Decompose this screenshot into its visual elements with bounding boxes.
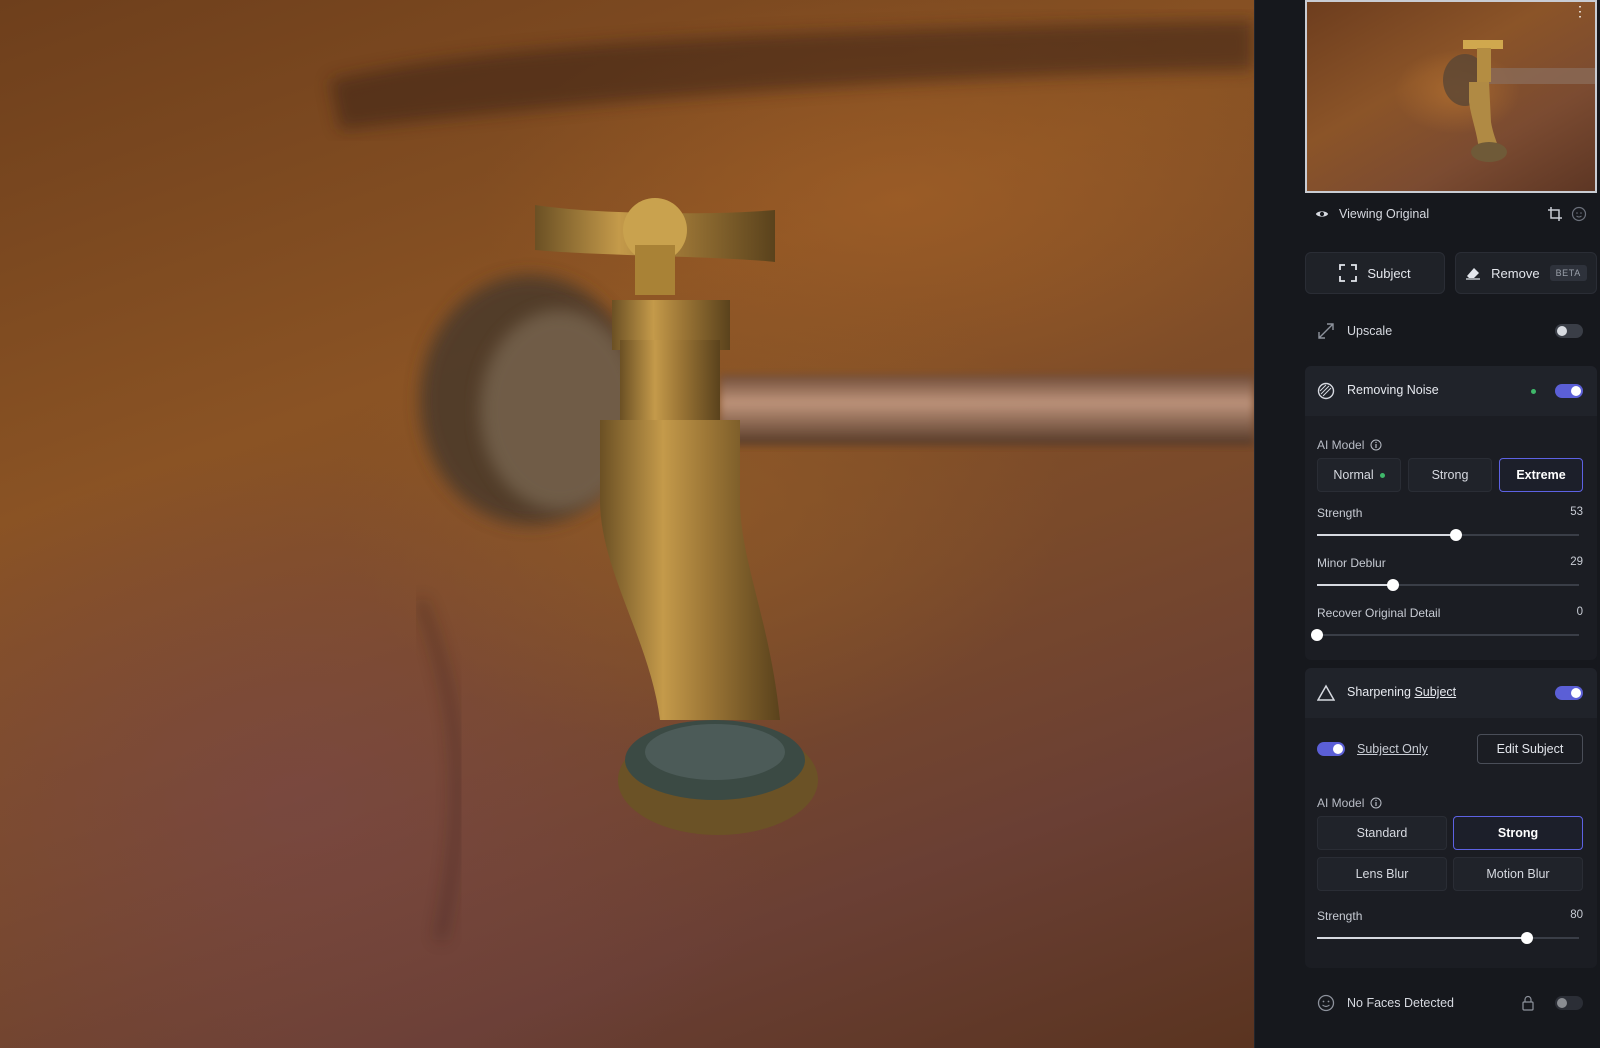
noise-icon bbox=[1317, 382, 1335, 400]
minor-deblur-value: 29 bbox=[1570, 556, 1583, 568]
recover-detail-slider[interactable] bbox=[1311, 629, 1579, 641]
sharpen-title: Sharpening Subject bbox=[1347, 685, 1456, 699]
edit-subject-button[interactable]: Edit Subject bbox=[1477, 734, 1583, 764]
sharpen-toggle[interactable] bbox=[1555, 686, 1583, 700]
slider-fill bbox=[1317, 534, 1456, 536]
upscale-label: Upscale bbox=[1347, 324, 1393, 338]
noise-card: Removing Noise AI Model Normal Strong Ex… bbox=[1305, 366, 1597, 660]
noise-model-extreme[interactable]: Extreme bbox=[1499, 458, 1583, 492]
sharpen-model-motion-blur-label: Motion Blur bbox=[1486, 867, 1550, 881]
noise-model-strong[interactable]: Strong bbox=[1408, 458, 1492, 492]
upscale-toggle[interactable] bbox=[1555, 324, 1583, 338]
sharpen-subject-link[interactable]: Subject bbox=[1414, 685, 1456, 699]
noise-strength-label: Strength bbox=[1317, 506, 1363, 520]
noise-model-strong-label: Strong bbox=[1431, 468, 1469, 482]
adjustments-sidebar: ⋮ Viewing Original Subject Remove BETA U… bbox=[1254, 0, 1600, 1048]
eye-icon bbox=[1315, 211, 1329, 217]
noise-strength-slider[interactable] bbox=[1317, 529, 1579, 541]
sharpen-card: Sharpening Subject Subject Only Edit Sub… bbox=[1305, 668, 1597, 968]
info-icon[interactable] bbox=[1370, 797, 1382, 809]
slider-fill bbox=[1317, 584, 1393, 586]
sharpen-model-lens-blur-label: Lens Blur bbox=[1355, 867, 1409, 881]
sharpen-ai-model-label: AI Model bbox=[1317, 796, 1382, 810]
upscale-icon bbox=[1318, 323, 1334, 339]
sharpen-title-prefix: Sharpening bbox=[1347, 685, 1411, 699]
remove-button[interactable]: Remove BETA bbox=[1455, 252, 1597, 294]
subject-button[interactable]: Subject bbox=[1305, 252, 1445, 294]
recover-detail-label: Recover Original Detail bbox=[1317, 606, 1441, 620]
noise-model-normal-label: Normal bbox=[1333, 468, 1374, 482]
thumbnail-menu-icon[interactable]: ⋮ bbox=[1573, 4, 1587, 18]
slider-fill bbox=[1317, 937, 1527, 939]
noise-ai-model-text: AI Model bbox=[1317, 438, 1365, 452]
face-icon[interactable] bbox=[1571, 206, 1587, 222]
upscale-row[interactable]: Upscale bbox=[1305, 318, 1597, 344]
viewing-original-label: Viewing Original bbox=[1339, 207, 1430, 221]
slider-knob[interactable] bbox=[1311, 629, 1323, 641]
viewing-original-row[interactable]: Viewing Original bbox=[1305, 199, 1597, 229]
noise-model-normal[interactable]: Normal bbox=[1317, 458, 1401, 492]
beta-badge: BETA bbox=[1549, 265, 1587, 281]
sharpen-icon bbox=[1317, 684, 1335, 701]
recover-detail-value: 0 bbox=[1576, 606, 1583, 618]
thumbnail-image bbox=[1443, 40, 1595, 162]
faces-toggle[interactable] bbox=[1555, 996, 1583, 1010]
sharpen-strength-label: Strength bbox=[1317, 909, 1363, 923]
noise-toggle[interactable] bbox=[1555, 384, 1583, 398]
sharpen-model-strong[interactable]: Strong bbox=[1453, 816, 1583, 850]
sharpen-model-strong-label: Strong bbox=[1497, 826, 1539, 840]
subject-only-toggle[interactable] bbox=[1317, 742, 1345, 756]
noise-status-dot bbox=[1531, 389, 1536, 394]
remove-button-label: Remove bbox=[1491, 265, 1540, 281]
sharpen-ai-model-text: AI Model bbox=[1317, 796, 1365, 810]
crop-icon[interactable] bbox=[1547, 206, 1563, 222]
edit-subject-label: Edit Subject bbox=[1496, 742, 1564, 756]
image-canvas[interactable] bbox=[0, 0, 1254, 1048]
sharpen-model-motion-blur[interactable]: Motion Blur bbox=[1453, 857, 1583, 891]
subject-only-label[interactable]: Subject Only bbox=[1357, 742, 1428, 756]
faces-label: No Faces Detected bbox=[1347, 996, 1454, 1010]
sharpen-model-standard[interactable]: Standard bbox=[1317, 816, 1447, 850]
faucet-photo bbox=[330, 20, 1254, 942]
slider-knob[interactable] bbox=[1386, 579, 1399, 591]
faces-row[interactable]: No Faces Detected bbox=[1305, 990, 1597, 1016]
noise-ai-model-label: AI Model bbox=[1317, 438, 1382, 452]
sharpen-card-header: Sharpening Subject bbox=[1305, 668, 1597, 718]
face-recovery-icon bbox=[1317, 994, 1335, 1012]
minor-deblur-slider[interactable] bbox=[1317, 579, 1579, 591]
slider-knob[interactable] bbox=[1520, 932, 1533, 944]
lock-icon bbox=[1522, 995, 1534, 1011]
navigator-thumbnail[interactable]: ⋮ bbox=[1305, 0, 1597, 193]
info-icon[interactable] bbox=[1370, 439, 1382, 451]
noise-strength-value: 53 bbox=[1570, 506, 1583, 518]
sharpen-strength-slider[interactable] bbox=[1317, 932, 1579, 944]
select-subject-icon bbox=[1339, 264, 1358, 282]
slider-knob[interactable] bbox=[1449, 529, 1462, 541]
recommended-dot bbox=[1379, 472, 1385, 478]
noise-model-extreme-label: Extreme bbox=[1516, 468, 1566, 482]
minor-deblur-label: Minor Deblur bbox=[1317, 556, 1386, 570]
sharpen-strength-value: 80 bbox=[1570, 909, 1583, 921]
noise-title: Removing Noise bbox=[1347, 383, 1439, 397]
eraser-icon bbox=[1466, 268, 1481, 280]
noise-card-header: Removing Noise bbox=[1305, 366, 1597, 416]
sharpen-model-standard-label: Standard bbox=[1356, 826, 1408, 840]
subject-button-label: Subject bbox=[1367, 265, 1411, 281]
sharpen-model-lens-blur[interactable]: Lens Blur bbox=[1317, 857, 1447, 891]
